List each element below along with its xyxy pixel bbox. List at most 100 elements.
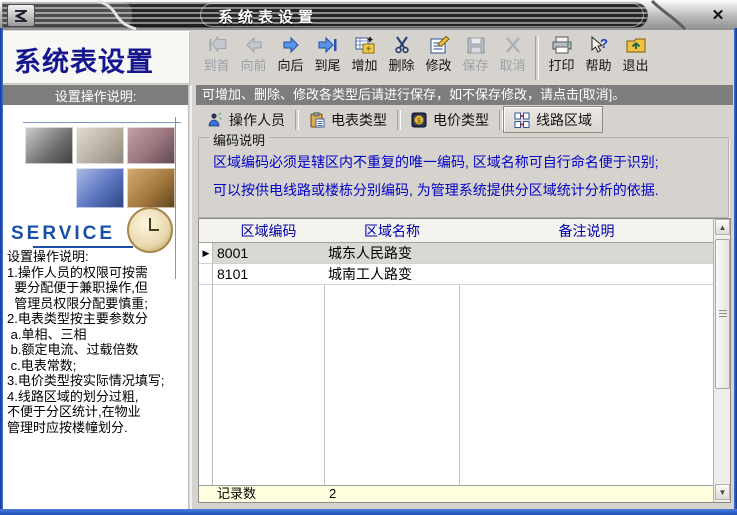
operator-person-icon — [207, 112, 223, 128]
next-button[interactable]: 向后 — [272, 33, 309, 81]
cell-region-name[interactable]: 城南工人路变 — [324, 264, 459, 285]
save-button[interactable]: 保存 — [457, 33, 494, 81]
scroll-up-icon: ▲ — [719, 223, 727, 232]
scrollbar-grip — [719, 310, 727, 311]
column-header-name[interactable]: 区域名称 — [325, 219, 459, 243]
exit-button[interactable]: 退出 — [617, 33, 654, 81]
add-button[interactable]: ✳ 增加 — [346, 33, 383, 81]
record-count-value: 2 — [325, 486, 459, 502]
delete-icon — [391, 36, 413, 54]
add-icon: ✳ — [354, 36, 376, 54]
last-button[interactable]: 到尾 — [309, 33, 346, 81]
tab-operators[interactable]: 操作人员 — [197, 107, 295, 132]
column-header-code[interactable]: 区域编码 — [213, 219, 324, 243]
scroll-down-icon: ▼ — [719, 488, 727, 497]
tab-line-region-label: 线路区域 — [536, 110, 592, 130]
tab-price-type-label: 电价类型 — [433, 110, 489, 130]
window-border-bottom — [0, 509, 737, 515]
groupbox-legend: 编码说明 — [209, 130, 269, 149]
svg-text:?: ? — [600, 36, 608, 51]
first-label: 到首 — [203, 55, 229, 74]
cell-region-code[interactable]: 8001 — [213, 243, 324, 264]
delete-label: 删除 — [388, 55, 414, 74]
save-icon — [465, 36, 487, 54]
toolbar-separator — [535, 36, 539, 80]
tab-meter-type-label: 电表类型 — [331, 110, 387, 130]
prev-label: 向前 — [240, 55, 266, 74]
record-count-label: 记录数 — [213, 486, 324, 502]
cell-region-note[interactable] — [459, 264, 713, 285]
service-underline — [33, 246, 133, 248]
coding-note-groupbox: 编码说明 区域编码必须是辖区内不重复的唯一编码, 区域名称可自行命名便于识别; … — [198, 137, 729, 218]
help-label: 帮助 — [585, 55, 611, 74]
region-table: 区域编码 区域名称 备注说明 ▶ 8001 城东人民路变 8101 城南工人路变 — [198, 218, 731, 503]
exit-icon — [625, 36, 647, 54]
window-border-left — [0, 28, 3, 515]
close-icon: ✕ — [712, 6, 725, 24]
title-bar: 系统表设置 ✕ — [0, 0, 737, 30]
sidebar: 设置操作说明: SERVICE 设置操作说明: 1.操作人员的权限可按需 要分配… — [3, 85, 189, 509]
prev-button[interactable]: 向前 — [235, 33, 272, 81]
current-row-marker: ▶ — [199, 243, 213, 264]
modify-button[interactable]: 修改 — [420, 33, 457, 81]
collage-pencils-image — [127, 127, 175, 164]
app-logo-icon — [7, 4, 35, 27]
cell-region-name[interactable]: 城东人民路变 — [324, 243, 459, 264]
app-window: 系统表设置 ✕ 系统表设置 到首 向前 — [0, 0, 737, 515]
row-marker-column: ▶ — [199, 243, 213, 485]
column-header-note[interactable]: 备注说明 — [460, 219, 713, 243]
scroll-up-button[interactable]: ▲ — [715, 219, 730, 235]
help-button[interactable]: ? 帮助 — [580, 33, 617, 81]
table-row[interactable]: 8001 城东人民路变 — [213, 243, 713, 264]
next-icon — [280, 36, 302, 54]
row-marker — [199, 264, 213, 285]
tab-price-type[interactable]: $ 电价类型 — [401, 107, 499, 132]
region-diagram-icon — [514, 112, 530, 128]
tab-strip: 操作人员 电表类型 $ 电价类型 — [192, 105, 734, 134]
cancel-icon — [502, 36, 524, 54]
close-button[interactable]: ✕ — [706, 4, 730, 25]
groupbox-note-line1: 区域编码必须是辖区内不重复的唯一编码, 区域名称可自行命名便于识别; — [213, 152, 659, 172]
collage-hand-image — [127, 168, 175, 208]
first-icon — [206, 36, 228, 54]
scroll-down-button[interactable]: ▼ — [715, 484, 730, 500]
print-button[interactable]: 打印 — [543, 33, 580, 81]
modify-icon — [428, 36, 450, 54]
scrollbar-thumb[interactable] — [715, 239, 730, 389]
clipboard-icon — [309, 112, 325, 128]
last-label: 到尾 — [314, 55, 340, 74]
record-count-row: 记录数 2 — [199, 486, 713, 502]
cell-region-note[interactable] — [459, 243, 713, 264]
coin-icon: $ — [411, 112, 427, 128]
toolbar: 到首 向前 向后 到尾 ✳ — [190, 31, 734, 84]
row-marker-icon: ▶ — [203, 248, 210, 259]
vertical-scrollbar[interactable]: ▲ ▼ — [713, 219, 730, 502]
cancel-button[interactable]: 取消 — [494, 33, 531, 81]
add-label: 增加 — [351, 55, 377, 74]
tab-meter-type[interactable]: 电表类型 — [299, 107, 397, 132]
svg-text:$: $ — [417, 118, 421, 125]
page-title: 系统表设置 — [14, 40, 154, 79]
window-title: 系统表设置 — [218, 6, 318, 27]
collage-pen-image — [76, 127, 124, 164]
svg-text:✳: ✳ — [365, 45, 372, 54]
cancel-label: 取消 — [499, 55, 525, 74]
main-panel: 可增加、删除、修改各类型后请进行保存，如不保存修改，请点击[取消]。 操作人员 — [190, 85, 734, 509]
delete-button[interactable]: 删除 — [383, 33, 420, 81]
table-header-row: 区域编码 区域名称 备注说明 — [199, 219, 713, 243]
groupbox-note-line2: 可以按供电线路或楼栋分别编码, 为管理系统提供分区域统计分析的依据. — [213, 180, 659, 200]
help-icon: ? — [588, 36, 610, 54]
cell-region-code[interactable]: 8101 — [213, 264, 324, 285]
decor-line-horizontal — [23, 122, 181, 123]
modify-label: 修改 — [425, 55, 451, 74]
first-button[interactable]: 到首 — [198, 33, 235, 81]
print-icon — [551, 36, 573, 54]
table-row[interactable]: 8101 城南工人路变 — [213, 264, 713, 285]
sidebar-header: 设置操作说明: — [3, 85, 188, 105]
notice-bar: 可增加、删除、修改各类型后请进行保存，如不保存修改，请点击[取消]。 — [196, 85, 733, 105]
collage-tools-image — [25, 127, 73, 164]
tab-line-region[interactable]: 线路区域 — [503, 106, 603, 133]
pocket-watch-image — [127, 207, 173, 253]
tab-operators-label: 操作人员 — [229, 110, 285, 130]
service-brand-text: SERVICE — [11, 223, 115, 245]
